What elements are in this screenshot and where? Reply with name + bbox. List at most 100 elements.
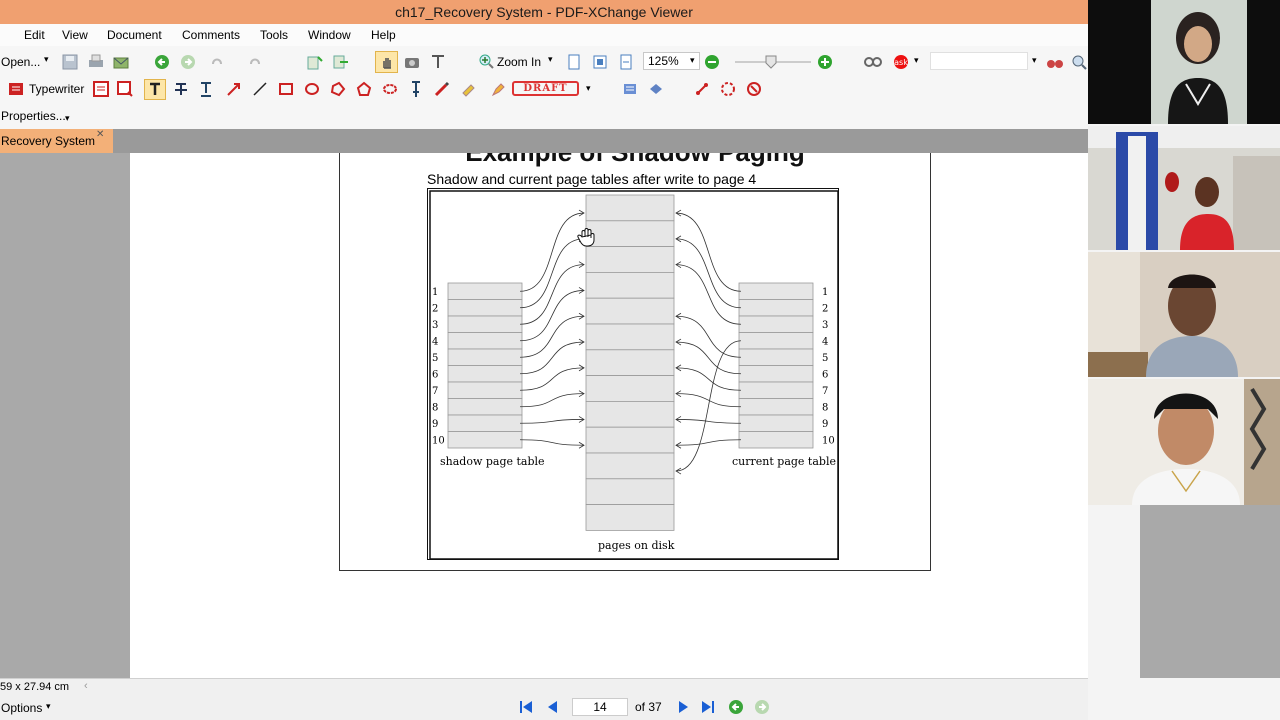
- zoom-out-icon[interactable]: [704, 54, 720, 70]
- underline-text-icon[interactable]: [198, 81, 214, 97]
- panel-background: [1140, 505, 1280, 678]
- row-number: 2: [822, 304, 828, 315]
- first-page-icon[interactable]: [518, 699, 534, 715]
- zoom-level-dropdown-icon[interactable]: ▾: [690, 55, 695, 66]
- svg-text:ask: ask: [894, 58, 908, 67]
- properties-button[interactable]: Properties...: [1, 109, 66, 123]
- review-icon[interactable]: [864, 54, 882, 70]
- zoom-in-icon[interactable]: [478, 53, 494, 69]
- options-menu[interactable]: Options: [1, 701, 42, 715]
- textbox-icon[interactable]: [117, 81, 133, 97]
- extract-page-icon[interactable]: [332, 54, 350, 70]
- fit-page-icon[interactable]: [592, 54, 608, 70]
- stamp-pin-icon[interactable]: [408, 80, 424, 98]
- pentagon-tool-icon[interactable]: [356, 81, 372, 97]
- cloud-tool-icon[interactable]: [382, 81, 398, 97]
- undo-icon[interactable]: [209, 54, 225, 70]
- collapse-icon[interactable]: ‹: [84, 680, 88, 692]
- eraser-icon[interactable]: [460, 81, 476, 97]
- next-page-icon[interactable]: [676, 699, 692, 715]
- stamp-icon[interactable]: [490, 81, 506, 97]
- redo-icon[interactable]: [247, 54, 263, 70]
- sound-icon[interactable]: [746, 81, 762, 97]
- ask-dropdown-icon[interactable]: ▾: [914, 55, 919, 66]
- typewriter-button[interactable]: Typewriter: [29, 82, 84, 96]
- title-bar: ch17_Recovery System - PDF-XChange Viewe…: [0, 0, 1088, 24]
- print-icon[interactable]: [88, 54, 104, 70]
- rectangle-tool-icon[interactable]: [278, 81, 294, 97]
- snapshot-icon[interactable]: [404, 54, 422, 70]
- current-page-table: [738, 282, 814, 449]
- stamp-dropdown-icon[interactable]: ▾: [586, 83, 591, 94]
- participant-avatar: [1088, 0, 1280, 124]
- oval-tool-icon[interactable]: [304, 81, 320, 97]
- link-icon[interactable]: [694, 81, 710, 97]
- nav-forward-icon[interactable]: [754, 699, 770, 715]
- pencil-tool-icon[interactable]: [434, 81, 450, 97]
- actual-size-icon[interactable]: [566, 54, 582, 70]
- polygon-tool-icon[interactable]: [330, 81, 346, 97]
- disk-page: [585, 375, 675, 402]
- note-icon[interactable]: [93, 81, 109, 97]
- select-text-icon[interactable]: [430, 54, 448, 70]
- zoom-slider-thumb[interactable]: [765, 55, 777, 69]
- nav-back-icon[interactable]: [728, 699, 744, 715]
- current-table-entry: [738, 348, 814, 366]
- attach-icon[interactable]: [720, 81, 736, 97]
- strikeout-text-icon[interactable]: [173, 81, 189, 97]
- zoom-in-button[interactable]: Zoom In: [497, 55, 541, 69]
- email-icon[interactable]: [113, 54, 131, 70]
- tab-recovery-system[interactable]: Recovery System ✕: [0, 129, 113, 153]
- row-number: 10: [432, 436, 445, 447]
- save-icon[interactable]: [62, 54, 78, 70]
- participant-video-3[interactable]: [1088, 252, 1280, 377]
- participant-video-2[interactable]: [1088, 126, 1280, 250]
- fit-width-icon[interactable]: [618, 54, 634, 70]
- measure-icon[interactable]: [622, 81, 638, 97]
- options-dropdown-icon[interactable]: ▾: [46, 701, 51, 712]
- disk-page: [585, 297, 675, 325]
- close-tab-icon[interactable]: ✕: [96, 129, 104, 140]
- zoom-plus-icon[interactable]: [817, 54, 833, 70]
- previous-page-icon[interactable]: [544, 699, 560, 715]
- row-number: 1: [432, 287, 438, 298]
- participant-video-4[interactable]: [1088, 379, 1280, 505]
- menu-view[interactable]: View: [62, 28, 88, 42]
- page-number-input[interactable]: 14: [572, 698, 628, 716]
- typewriter-icon[interactable]: [8, 81, 24, 97]
- disk-page: [585, 272, 675, 299]
- menu-edit[interactable]: Edit: [24, 28, 45, 42]
- rotate-page-icon[interactable]: [306, 54, 324, 70]
- last-page-icon[interactable]: [700, 699, 716, 715]
- current-table-label: current page table: [732, 455, 836, 468]
- menu-tools[interactable]: Tools: [260, 28, 288, 42]
- search-dropdown-icon[interactable]: ▾: [1032, 55, 1037, 66]
- search-binoculars-icon[interactable]: [1046, 54, 1064, 70]
- area-icon[interactable]: [648, 81, 664, 97]
- open-button[interactable]: Open...: [1, 55, 40, 69]
- open-dropdown-icon[interactable]: ▾: [44, 54, 49, 65]
- forward-icon[interactable]: [180, 54, 196, 70]
- shadow-table-entry: [447, 282, 523, 300]
- menu-document[interactable]: Document: [107, 28, 162, 42]
- disk-page: [585, 452, 675, 480]
- back-icon[interactable]: [154, 54, 170, 70]
- disk-page: [585, 194, 675, 222]
- participant-video-1[interactable]: [1088, 0, 1280, 124]
- line-tool-icon[interactable]: [252, 81, 268, 97]
- draft-stamp-button[interactable]: DRAFT: [512, 81, 579, 96]
- properties-dropdown-icon[interactable]: ▾: [65, 113, 70, 124]
- page-count-text: of 37: [635, 700, 662, 714]
- menu-help[interactable]: Help: [371, 28, 396, 42]
- ask-icon[interactable]: ask: [893, 54, 909, 70]
- zoom-level-value: 125%: [648, 54, 679, 68]
- find-icon[interactable]: [1071, 54, 1088, 70]
- disk-page: [585, 246, 675, 273]
- disk-page: [585, 400, 675, 428]
- menu-window[interactable]: Window: [308, 28, 351, 42]
- menu-bar: Edit View Document Comments Tools Window…: [0, 24, 1088, 46]
- menu-comments[interactable]: Comments: [182, 28, 240, 42]
- zoom-dropdown-icon[interactable]: ▾: [548, 54, 553, 65]
- search-input[interactable]: [930, 52, 1028, 70]
- arrow-tool-icon[interactable]: [226, 81, 242, 97]
